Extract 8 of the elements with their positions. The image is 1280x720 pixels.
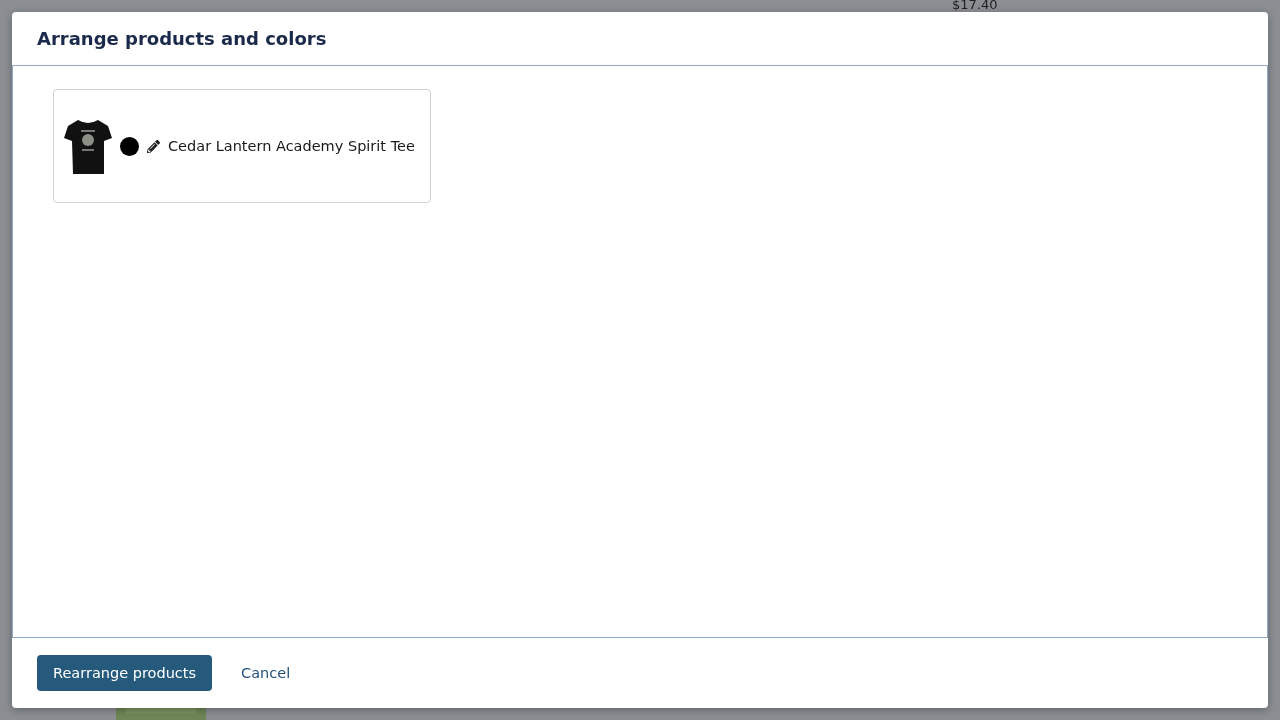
pencil-icon[interactable] bbox=[147, 139, 160, 153]
rearrange-button[interactable]: Rearrange products bbox=[37, 655, 213, 691]
color-swatch[interactable] bbox=[120, 136, 139, 156]
dialog-title: Arrange products and colors bbox=[37, 28, 327, 49]
price: $17.40 bbox=[952, 0, 998, 12]
cancel-link[interactable]: Cancel bbox=[241, 665, 291, 681]
product-name: Cedar Lantern Academy Spirit Tee bbox=[168, 138, 415, 154]
product-card[interactable]: Cedar Lantern Academy Spirit Tee bbox=[53, 89, 431, 203]
